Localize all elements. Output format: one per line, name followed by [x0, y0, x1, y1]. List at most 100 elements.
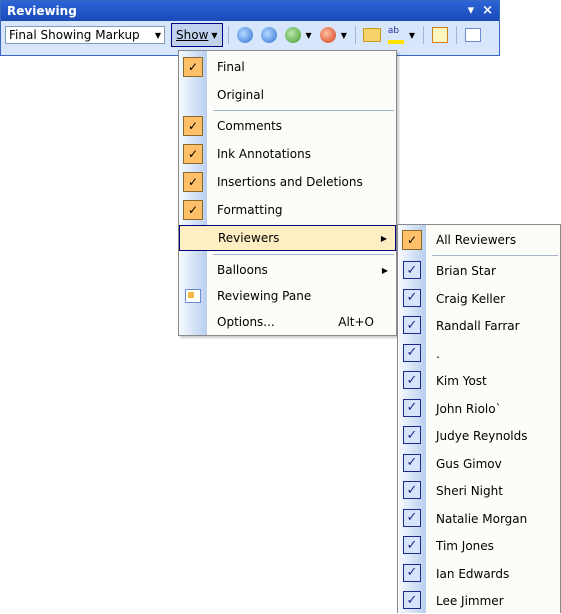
highlight-button[interactable]: ab: [385, 24, 407, 46]
menu-separator: [432, 255, 558, 256]
menu-item-label: Options...: [217, 315, 275, 329]
accept-change-button[interactable]: [282, 24, 304, 46]
reject-dropdown-arrow[interactable]: ▼: [341, 31, 347, 40]
checkbox-checked-icon: ✓: [403, 481, 421, 499]
reviewer-item[interactable]: ✓ Sheri Night: [398, 478, 560, 504]
menu-separator: [213, 254, 394, 255]
reviewing-pane-icon: [465, 28, 482, 42]
menu-separator: [213, 110, 394, 111]
highlight-dropdown-arrow[interactable]: ▼: [409, 31, 415, 40]
reviewer-item[interactable]: ✓ Brian Star: [398, 258, 560, 284]
new-comment-icon: [362, 28, 381, 42]
checkbox-checked-icon: ✓: [403, 371, 421, 389]
check-icon: ✓: [183, 116, 203, 136]
reviewer-item[interactable]: ✓ Natalie Morgan: [398, 506, 560, 532]
menu-item-shortcut: Alt+O: [338, 315, 374, 329]
reject-change-icon: [319, 27, 336, 43]
checkbox-checked-icon: ✓: [403, 288, 421, 307]
reviewing-toolbar: Reviewing ▾ × Final Showing Markup ▼ Sho…: [0, 0, 500, 56]
menu-item-final[interactable]: ✓ Final: [179, 54, 396, 80]
check-icon: ✓: [183, 57, 203, 77]
reviewer-name: Natalie Morgan: [436, 511, 528, 526]
menu-item-comments[interactable]: ✓ Comments: [179, 113, 396, 139]
toolbar-title: Reviewing: [7, 4, 77, 18]
checkbox-checked-icon: ✓: [403, 426, 421, 444]
track-changes-button[interactable]: [429, 24, 451, 46]
new-comment-button[interactable]: [361, 24, 383, 46]
menu-item-label: Original: [217, 88, 264, 102]
menu-item-label: Balloons: [217, 263, 268, 277]
menu-item-balloons[interactable]: Balloons ▶: [179, 257, 396, 283]
reviewer-item[interactable]: ✓ Randall Farrar: [398, 313, 560, 339]
menu-item-label: Ink Annotations: [217, 147, 311, 161]
chevron-down-icon: ▼: [211, 30, 218, 40]
reviewer-item[interactable]: ✓ Lee Jimmer: [398, 588, 560, 614]
submenu-arrow-icon: ▶: [381, 265, 388, 275]
reviewer-name: Tim Jones: [436, 539, 494, 553]
next-change-button[interactable]: [258, 24, 280, 46]
toolbar-options-icon[interactable]: ▾: [468, 3, 475, 18]
menu-item-ink-annotations[interactable]: ✓ Ink Annotations: [179, 141, 396, 167]
reviewer-item[interactable]: ✓ Gus Gimov: [398, 451, 560, 477]
reviewer-name: Gus Gimov: [436, 456, 502, 471]
menu-item-label: Formatting: [217, 203, 283, 217]
display-for-review-select[interactable]: Final Showing Markup ▼: [5, 26, 165, 44]
menu-item-insertions-deletions[interactable]: ✓ Insertions and Deletions: [179, 169, 396, 195]
menu-item-original[interactable]: Original: [179, 82, 396, 108]
show-button[interactable]: Show ▼: [171, 23, 223, 47]
menu-item-label: Comments: [217, 119, 283, 133]
reviewer-name: Randall Farrar: [436, 319, 520, 333]
check-icon: ✓: [183, 200, 203, 220]
reviewer-item[interactable]: ✓ Kim Yost: [398, 368, 560, 394]
highlight-icon: ab: [387, 26, 404, 44]
accept-change-icon: [284, 27, 301, 43]
check-icon: ✓: [402, 230, 422, 250]
previous-change-button[interactable]: [234, 24, 256, 46]
menu-item-label: Insertions and Deletions: [217, 175, 363, 189]
reviewer-item[interactable]: ✓ .: [398, 341, 560, 367]
checkbox-checked-icon: ✓: [403, 563, 421, 582]
reviewer-name: Lee Jimmer: [436, 594, 504, 608]
menu-item-options[interactable]: Options... Alt+O: [179, 309, 396, 335]
toolbar-separator: [227, 26, 229, 44]
reviewers-submenu: ✓ All Reviewers ✓ Brian Star ✓ Craig Kel…: [397, 224, 561, 613]
submenu-arrow-icon: ▶: [380, 233, 387, 243]
checkbox-checked-icon: ✓: [403, 343, 421, 362]
reviewer-name: Brian Star: [436, 264, 496, 278]
menu-item-formatting[interactable]: ✓ Formatting: [179, 197, 396, 223]
menu-item-all-reviewers[interactable]: ✓ All Reviewers: [398, 227, 560, 253]
reviewer-item[interactable]: ✓ Judye Reynolds: [398, 423, 560, 449]
check-icon: ✓: [183, 172, 203, 192]
accept-dropdown-arrow[interactable]: ▼: [306, 31, 312, 40]
check-icon: ✓: [183, 144, 203, 164]
toolbar-separator: [354, 26, 356, 44]
reviewer-item[interactable]: ✓ Ian Edwards: [398, 561, 560, 587]
next-icon: [260, 27, 277, 43]
checkbox-checked-icon: ✓: [403, 591, 421, 609]
checkbox-checked-icon: ✓: [403, 536, 421, 554]
reviewer-item[interactable]: ✓ Craig Keller: [398, 286, 560, 312]
reviewing-pane-icon: [185, 289, 201, 303]
reviewer-name: Kim Yost: [436, 374, 487, 388]
checkbox-checked-icon: ✓: [403, 261, 421, 279]
checkbox-checked-icon: ✓: [403, 453, 421, 472]
toolbar-separator: [456, 26, 458, 44]
chevron-down-icon: ▼: [154, 30, 161, 40]
close-icon[interactable]: ×: [482, 3, 493, 18]
checkbox-checked-icon: ✓: [403, 316, 421, 334]
menu-item-reviewers[interactable]: Reviewers ▶: [179, 225, 396, 251]
previous-icon: [236, 27, 253, 43]
reviewer-item[interactable]: ✓ Tim Jones: [398, 533, 560, 559]
reviewer-name: .: [436, 346, 440, 361]
reviewing-pane-button[interactable]: [462, 24, 484, 46]
reviewer-name: Sheri Night: [436, 484, 503, 498]
display-for-review-value: Final Showing Markup: [9, 28, 140, 42]
toolbar-titlebar[interactable]: Reviewing ▾ ×: [1, 1, 499, 21]
track-changes-icon: [432, 27, 449, 43]
reject-change-button[interactable]: [317, 24, 339, 46]
menu-item-label: Reviewers: [218, 231, 280, 245]
reviewer-item[interactable]: ✓ John Riolo`: [398, 396, 560, 422]
menu-item-reviewing-pane[interactable]: Reviewing Pane: [179, 283, 396, 309]
show-button-label: Show: [176, 28, 209, 42]
checkbox-checked-icon: ✓: [403, 508, 421, 527]
